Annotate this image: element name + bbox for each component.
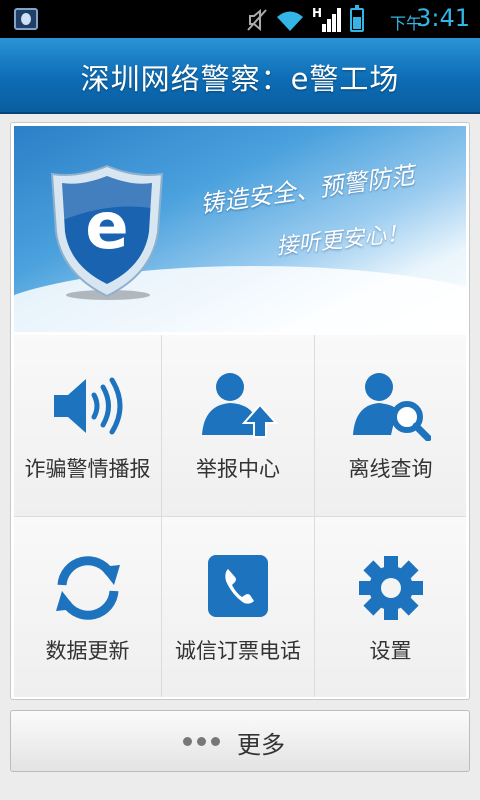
- grid-item-label: 诈骗警情播报: [24, 457, 151, 481]
- shield-letter: e: [85, 190, 128, 264]
- status-time: 3:41: [416, 4, 470, 32]
- user-search-icon: [352, 373, 431, 441]
- grid-item-label: 诚信订票电话: [175, 639, 301, 663]
- refresh-icon: [55, 556, 120, 620]
- user-upload-icon: [202, 373, 278, 438]
- main-panel: e 铸造安全、预警防范 接听更安心！ 诈骗警情播报 举报中心 离线查询 数据更新…: [10, 122, 470, 700]
- mute-icon: [247, 8, 267, 32]
- page-title: 深圳网络警察：e警工场: [80, 62, 400, 96]
- more-dots-icon: [183, 737, 220, 746]
- network-type-label: H: [312, 6, 323, 20]
- slogan-line2: 接听更安心！: [275, 221, 410, 260]
- wifi-icon: [277, 11, 303, 31]
- grid-item-label: 数据更新: [45, 639, 130, 663]
- more-button[interactable]: 更多: [10, 710, 470, 772]
- status-bar: H 下午 3:41: [0, 0, 480, 38]
- grid-item-data-update[interactable]: 数据更新: [14, 517, 162, 697]
- battery-icon: [350, 5, 364, 32]
- app-header: 深圳网络警察：e警工场: [0, 38, 480, 114]
- signal-icon: H: [312, 6, 342, 32]
- grid-item-report-center[interactable]: 举报中心: [162, 335, 315, 517]
- slogan-line1: 铸造安全、预警防范: [198, 161, 417, 219]
- feature-grid: 诈骗警情播报 举报中心 离线查询 数据更新 诚信订票电话 设置: [14, 335, 466, 697]
- gear-icon: [358, 556, 423, 620]
- phone-icon: [208, 555, 268, 617]
- grid-item-offline-query[interactable]: 离线查询: [315, 335, 466, 517]
- banner: e 铸造安全、预警防范 接听更安心！: [14, 126, 466, 332]
- grid-item-label: 设置: [369, 639, 412, 663]
- speaker-icon: [53, 377, 122, 435]
- shield-logo-icon: e: [50, 164, 164, 300]
- app-shield-icon: [14, 8, 38, 30]
- grid-item-ticket-hotline[interactable]: 诚信订票电话: [162, 517, 315, 697]
- grid-item-label: 离线查询: [348, 457, 433, 481]
- grid-item-fraud-broadcast[interactable]: 诈骗警情播报: [14, 335, 162, 517]
- grid-item-label: 举报中心: [196, 457, 280, 481]
- more-button-label: 更多: [237, 731, 285, 759]
- grid-item-settings[interactable]: 设置: [315, 517, 466, 697]
- status-icons: H: [246, 5, 364, 32]
